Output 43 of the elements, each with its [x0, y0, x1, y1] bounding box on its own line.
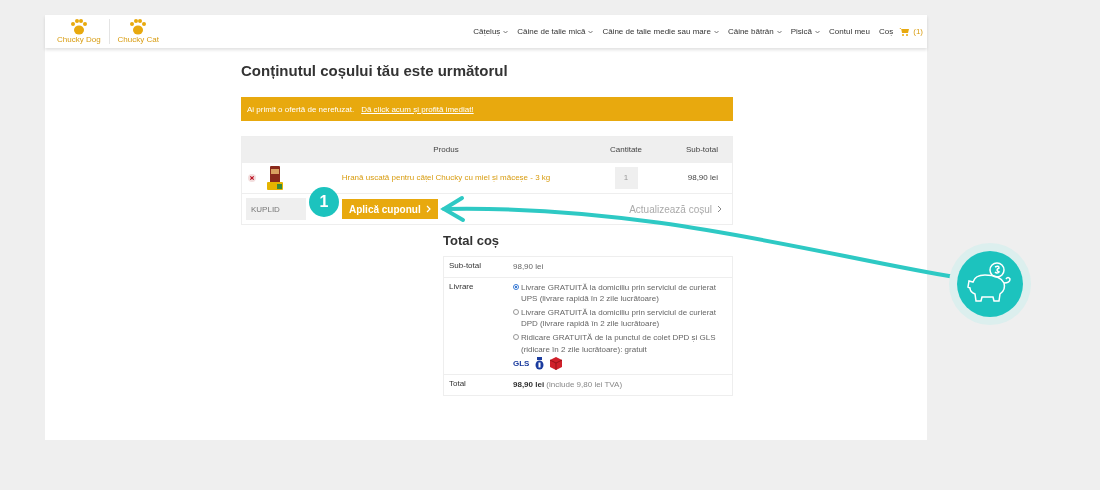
- table-cell: Sub-total: [443, 256, 509, 278]
- paw-logo-icon: [69, 19, 88, 35]
- step-badge: 1: [309, 187, 339, 217]
- column-header: Produs: [302, 136, 590, 163]
- chevron-icon: [717, 205, 722, 213]
- nav-link[interactable]: Pisică: [790, 27, 821, 36]
- radio-button[interactable]: [513, 308, 519, 315]
- radio-button[interactable]: [513, 283, 519, 290]
- table-cell: Total: [443, 374, 509, 396]
- chevron-icon: [425, 205, 431, 213]
- location-pin-icon: [535, 357, 545, 371]
- nav-link[interactable]: Cățeluș: [473, 27, 509, 36]
- nav-link[interactable]: Câine de talie medie sau mare: [602, 27, 719, 36]
- radio-button[interactable]: [513, 333, 519, 340]
- tax-note: (include 9,80 lei TVA): [545, 380, 623, 390]
- table-cell: 98,90 lei: [662, 162, 733, 194]
- caret-icon: [815, 29, 821, 34]
- caret-icon: [588, 29, 594, 34]
- notice-text: Ai primit o ofertă de nerefuzat.: [247, 104, 355, 114]
- table-cell: 98,90 lei: [513, 380, 545, 390]
- shipping-option[interactable]: Livrare GRATUITĂ la domiciliu prin serviciul de curierat DPD (livrare rapidă în 2 zile lucrătoare): [521, 306, 728, 330]
- paw-logo-icon: [129, 19, 148, 35]
- shipping-option[interactable]: Livrare GRATUITĂ la domiciliu prin serviciul de curierat UPS (livrare rapidă în 2 zile lucrătoare): [521, 281, 728, 305]
- nav-link[interactable]: Câine bătrân: [727, 27, 782, 36]
- coupon-field[interactable]: KUPLID: [246, 198, 306, 220]
- piggy-bank-icon: [949, 243, 1031, 325]
- package-icon: [550, 357, 563, 371]
- caret-icon: [713, 29, 719, 34]
- shipping-option[interactable]: Ridicare GRATUITĂ de la punctul de colet DPD și GLS (ridicare în 2 zile lucrătoare): gratuit: [521, 331, 728, 356]
- caret-icon: [503, 29, 509, 34]
- nav-link[interactable]: Câine de talie mică: [517, 27, 594, 36]
- column-header: Sub-total: [662, 136, 733, 163]
- table-cell: Livrare: [443, 277, 509, 375]
- carrier-logo: GLS: [513, 357, 530, 370]
- column-header: Cantitate: [590, 136, 662, 163]
- caret-icon: [776, 29, 782, 34]
- page-title: Conținutul coșului tău este următorul: [241, 62, 509, 81]
- nav-link[interactable]: Contul meu: [829, 27, 870, 36]
- nav-link[interactable]: Coș: [879, 27, 894, 36]
- table-cell: 98,90 lei: [509, 256, 733, 278]
- product-thumbnail[interactable]: [265, 164, 285, 191]
- totals-title: Total coș: [443, 233, 501, 248]
- remove-icon[interactable]: [248, 173, 256, 182]
